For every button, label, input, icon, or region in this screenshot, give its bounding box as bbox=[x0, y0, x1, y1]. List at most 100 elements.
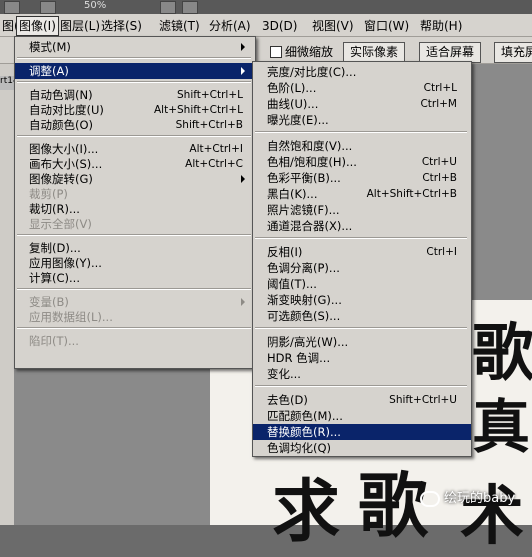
menu-item-adjust-5[interactable]: 自然饱和度(V)... bbox=[253, 138, 471, 154]
app-icon bbox=[4, 1, 20, 14]
menu-separator bbox=[17, 234, 251, 236]
menu-item-label: 变量(B) bbox=[29, 295, 69, 309]
menu-item-adjust-10[interactable]: 通道混合器(X)... bbox=[253, 218, 471, 234]
menu-item-shortcut: Shift+Ctrl+L bbox=[177, 89, 243, 101]
menu-item-shortcut: Shift+Ctrl+B bbox=[175, 119, 243, 131]
menu-item-label: 去色(D) bbox=[267, 393, 308, 407]
scrubby-zoom-label: 细微缩放 bbox=[285, 45, 334, 59]
watermark: 绘玩的baby bbox=[420, 488, 515, 510]
menu-item-adjust-25[interactable]: 色调均化(Q) bbox=[253, 440, 471, 456]
adjust-submenu: 亮度/对比度(C)... 色阶(L)... Ctrl+L 曲线(U)... Ctrl+M… bbox=[252, 61, 472, 457]
menu-item-label: HDR 色调... bbox=[267, 351, 331, 365]
menu-item-shortcut: Alt+Shift+Ctrl+B bbox=[366, 188, 457, 200]
menu-item-image-17[interactable]: 计算(C)... bbox=[15, 270, 255, 286]
menu-item-image-2[interactable]: 调整(A) bbox=[15, 63, 255, 79]
menu-help[interactable]: 帮助(H) bbox=[418, 17, 464, 35]
menu-item-label: 可选颜色(S)... bbox=[267, 309, 341, 323]
menu-item-adjust-13[interactable]: 色调分离(P)... bbox=[253, 260, 471, 276]
menu-item-label: 自动颜色(O) bbox=[29, 118, 94, 132]
menu-item-label: 色阶(L)... bbox=[267, 81, 317, 95]
zoom-tool-icon[interactable] bbox=[182, 1, 198, 14]
menu-item-adjust-20[interactable]: 变化... bbox=[253, 366, 471, 382]
menu-item-label: 应用数据组(L)... bbox=[29, 310, 113, 324]
menu-item-image-10[interactable]: 图像旋转(G) bbox=[15, 171, 255, 187]
menu-item-adjust-1[interactable]: 色阶(L)... Ctrl+L bbox=[253, 80, 471, 96]
calligraphy-char: 术 bbox=[460, 479, 524, 554]
menu-item-shortcut: Alt+Shift+Ctrl+L bbox=[153, 104, 243, 116]
menu-item-label: 陷印(T)... bbox=[29, 334, 79, 348]
menu-item-image-16[interactable]: 应用图像(Y)... bbox=[15, 255, 255, 271]
menu-item-image-8[interactable]: 图像大小(I)... Alt+Ctrl+I bbox=[15, 141, 255, 157]
menu-item-adjust-16[interactable]: 可选颜色(S)... bbox=[253, 308, 471, 324]
menu-item-image-15[interactable]: 复制(D)... bbox=[15, 240, 255, 256]
menu-item-label: 自动色调(N) bbox=[29, 88, 93, 102]
menu-item-adjust-3[interactable]: 曝光度(E)... bbox=[253, 112, 471, 128]
menu-separator bbox=[255, 131, 467, 133]
calligraphy-char: 歌 bbox=[472, 316, 532, 389]
menu-item-label: 亮度/对比度(C)... bbox=[267, 65, 357, 79]
menu-analysis[interactable]: 分析(A) bbox=[207, 17, 253, 35]
menu-item-image-6[interactable]: 自动颜色(O) Shift+Ctrl+B bbox=[15, 117, 255, 133]
menu-item-image-22: 陷印(T)... bbox=[15, 333, 255, 349]
menu-item-image-9[interactable]: 画布大小(S)... Alt+Ctrl+C bbox=[15, 156, 255, 172]
menu-item-adjust-22[interactable]: 去色(D) Shift+Ctrl+U bbox=[253, 392, 471, 408]
menu-item-adjust-24[interactable]: 替换颜色(R)... bbox=[253, 424, 471, 440]
menu-item-image-12[interactable]: 裁切(R)... bbox=[15, 201, 255, 217]
calligraphy-char: 求 bbox=[272, 472, 341, 552]
fit-screen-button[interactable]: 适合屏幕 bbox=[419, 42, 482, 63]
document-tab[interactable]: rt14 bbox=[0, 76, 19, 90]
menu-item-adjust-8[interactable]: 黑白(K)... Alt+Shift+Ctrl+B bbox=[253, 186, 471, 202]
menu-item-label: 阈值(T)... bbox=[267, 277, 317, 291]
menu-item-label: 图像旋转(G) bbox=[29, 172, 93, 186]
menu-item-adjust-7[interactable]: 色彩平衡(B)... Ctrl+B bbox=[253, 170, 471, 186]
menu-item-label: 计算(C)... bbox=[29, 271, 80, 285]
menu-item-adjust-19[interactable]: HDR 色调... bbox=[253, 350, 471, 366]
menu-separator bbox=[255, 327, 467, 329]
menu-layer[interactable]: 图层(L) bbox=[58, 17, 102, 35]
menu-item-image-5[interactable]: 自动对比度(U) Alt+Shift+Ctrl+L bbox=[15, 102, 255, 118]
menu-item-adjust-15[interactable]: 渐变映射(G)... bbox=[253, 292, 471, 308]
menu-3d[interactable]: 3D(D) bbox=[260, 17, 299, 35]
scrubby-zoom-checkbox[interactable] bbox=[270, 46, 282, 58]
submenu-arrow-icon bbox=[241, 175, 245, 183]
actual-pixels-button[interactable]: 实际像素 bbox=[343, 42, 406, 63]
menu-item-adjust-14[interactable]: 阈值(T)... bbox=[253, 276, 471, 292]
menu-item-adjust-9[interactable]: 照片滤镜(F)... bbox=[253, 202, 471, 218]
menu-image[interactable]: 图像(I) bbox=[16, 16, 59, 36]
menu-item-image-4[interactable]: 自动色调(N) Shift+Ctrl+L bbox=[15, 87, 255, 103]
menu-item-image-0[interactable]: 模式(M) bbox=[15, 39, 255, 55]
menu-item-adjust-0[interactable]: 亮度/对比度(C)... bbox=[253, 64, 471, 80]
menu-item-label: 画布大小(S)... bbox=[29, 157, 103, 171]
menu-item-adjust-2[interactable]: 曲线(U)... Ctrl+M bbox=[253, 96, 471, 112]
submenu-arrow-icon bbox=[241, 43, 245, 51]
zoom-level[interactable]: 50% bbox=[84, 0, 106, 11]
menu-separator bbox=[17, 288, 251, 290]
menu-item-label: 变化... bbox=[267, 367, 301, 381]
menu-item-shortcut: Alt+Ctrl+C bbox=[185, 158, 243, 170]
top-strip: 50% bbox=[0, 0, 532, 14]
fill-screen-button[interactable]: 填充屏 bbox=[494, 42, 532, 63]
menu-item-label: 调整(A) bbox=[29, 64, 69, 78]
menu-separator bbox=[17, 81, 251, 83]
menu-item-label: 曲线(U)... bbox=[267, 97, 319, 111]
menu-item-label: 显示全部(V) bbox=[29, 217, 92, 231]
menu-item-label: 自动对比度(U) bbox=[29, 103, 104, 117]
menu-item-image-19: 变量(B) bbox=[15, 294, 255, 310]
menu-item-label: 色彩平衡(B)... bbox=[267, 171, 341, 185]
submenu-arrow-icon bbox=[241, 67, 245, 75]
menu-item-adjust-6[interactable]: 色相/饱和度(H)... Ctrl+U bbox=[253, 154, 471, 170]
menu-item-label: 黑白(K)... bbox=[267, 187, 318, 201]
menu-window[interactable]: 窗口(W) bbox=[362, 17, 411, 35]
menu-item-adjust-18[interactable]: 阴影/高光(W)... bbox=[253, 334, 471, 350]
menu-view[interactable]: 视图(V) bbox=[310, 17, 356, 35]
hand-tool-icon[interactable] bbox=[160, 1, 176, 14]
menu-item-label: 色调分离(P)... bbox=[267, 261, 340, 275]
menu-item-adjust-23[interactable]: 匹配颜色(M)... bbox=[253, 408, 471, 424]
image-menu: 模式(M) 调整(A) 自动色调(N) Shift+Ctrl+L 自动对比度(U) Alt… bbox=[14, 36, 256, 369]
menu-separator bbox=[17, 57, 251, 59]
menu-filter[interactable]: 滤镜(T) bbox=[157, 17, 202, 35]
menu-item-label: 照片滤镜(F)... bbox=[267, 203, 340, 217]
menu-item-adjust-12[interactable]: 反相(I) Ctrl+I bbox=[253, 244, 471, 260]
menu-select[interactable]: 选择(S) bbox=[99, 17, 144, 35]
menu-item-label: 阴影/高光(W)... bbox=[267, 335, 349, 349]
